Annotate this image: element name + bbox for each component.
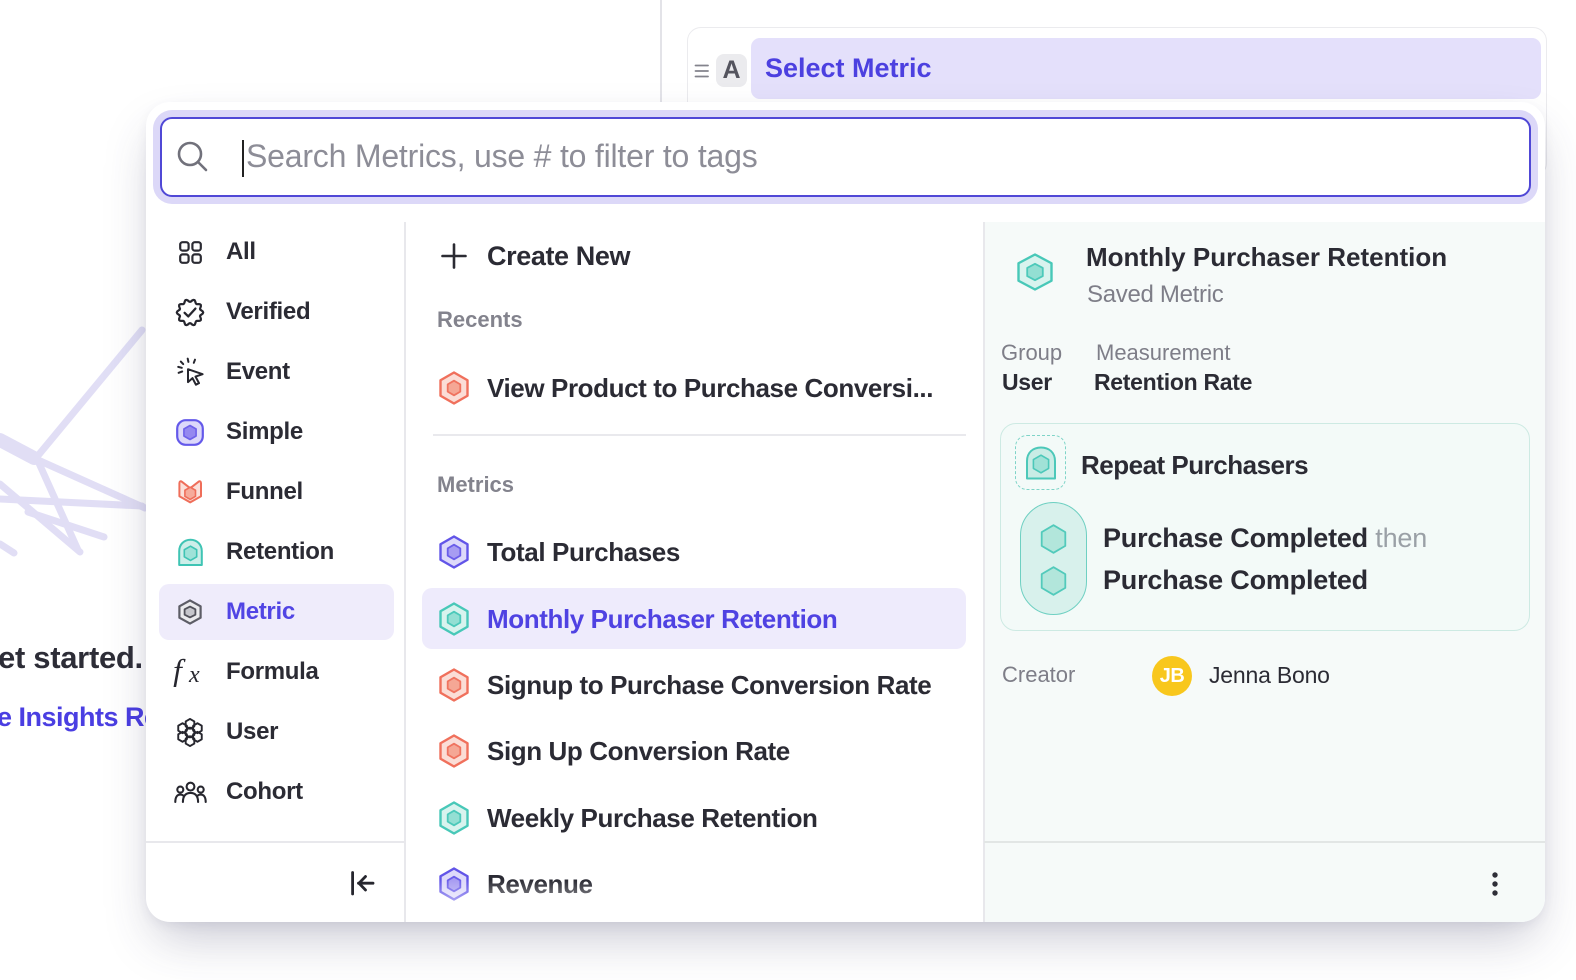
svg-text:f: f xyxy=(173,657,186,687)
svg-text:x: x xyxy=(188,662,200,687)
